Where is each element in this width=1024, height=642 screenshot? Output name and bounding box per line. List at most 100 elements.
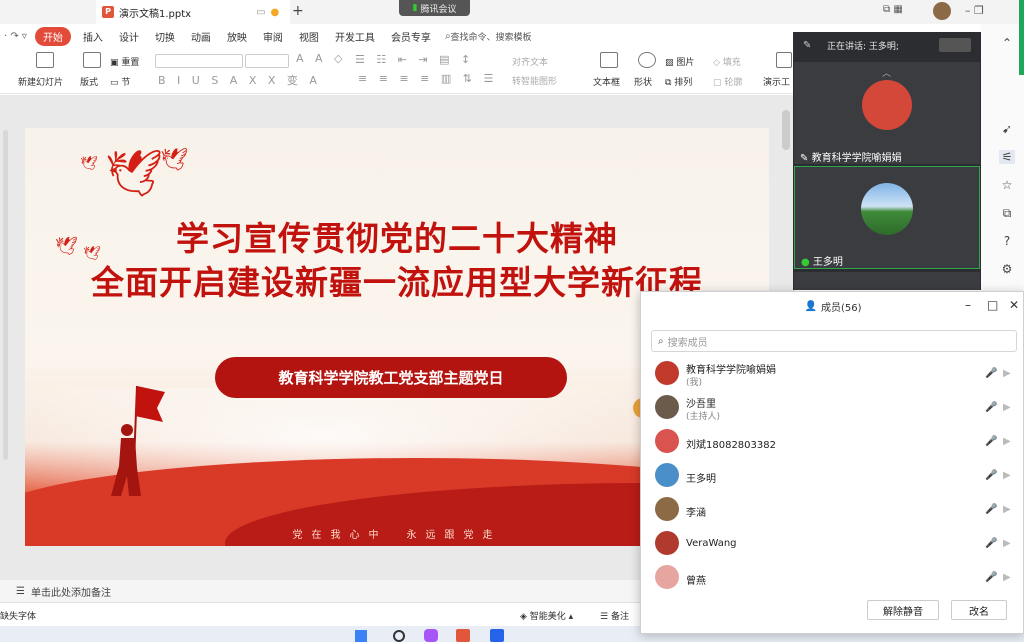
copy-icon[interactable]: ⧉	[999, 206, 1015, 220]
video-tile-1[interactable]: ︿ ✎ 教育科学学院喻娟娟	[794, 62, 980, 164]
members-window: 👤 成员(56) – □ ✕ ⌕ 搜索成员 教育科学学院喻娟娟 (我) 🎤 ▶ 沙吾里 (…	[640, 291, 1024, 634]
member-row[interactable]: 刘斌18082803382 🎤 ▶	[641, 424, 1024, 458]
fill-button[interactable]: ◇ 填充	[713, 55, 741, 68]
reset-label: 重置	[121, 58, 140, 68]
status-bar: 缺失字体 ◈ 智能美化 ▴ ☰ 备注	[0, 602, 640, 626]
notes-icon: ☰	[16, 585, 25, 597]
avatar	[655, 531, 679, 555]
search-icon: ⌕	[658, 335, 664, 347]
settings-sliders-icon[interactable]: ⚟	[999, 150, 1015, 164]
dove-icon: 🕊	[80, 156, 98, 172]
maximize-icon[interactable]: □	[987, 298, 998, 312]
missing-font-button[interactable]: 缺失字体	[0, 609, 36, 622]
tab-member[interactable]: 会员专享	[383, 29, 439, 44]
mic-icon[interactable]: 🎤	[985, 572, 997, 583]
video-tile-2[interactable]: ● 王多明	[794, 166, 980, 269]
close-icon[interactable]: ✕	[1009, 298, 1019, 312]
tab-developer[interactable]: 开发工具	[327, 29, 383, 44]
notes-toggle-button[interactable]: ☰ 备注	[600, 609, 629, 622]
tab-view[interactable]: 视图	[291, 29, 327, 44]
rename-button[interactable]: 改名	[951, 600, 1007, 620]
meeting-badge[interactable]: ▮ 腾讯会议	[399, 0, 470, 16]
member-row[interactable]: 王多明 🎤 ▶	[641, 458, 1024, 492]
vertical-scrollbar[interactable]	[782, 110, 790, 150]
ribbon-search[interactable]: 查找命令、搜索模板	[451, 30, 532, 43]
tile-name: ✎ 教育科学学院喻娟娟	[800, 149, 902, 164]
new-tab-icon[interactable]: +	[292, 3, 304, 19]
search-icon[interactable]	[393, 630, 405, 642]
smart-beautify-button[interactable]: ◈ 智能美化 ▴	[520, 609, 573, 622]
shape-button[interactable]: 形状	[634, 75, 652, 88]
mic-muted-icon: ✎	[803, 40, 812, 51]
smart-graphic-button[interactable]: 转智能图形	[512, 74, 557, 87]
arrange-button[interactable]: ⧉ 排列	[665, 75, 692, 88]
font-size-select[interactable]	[245, 54, 289, 68]
star-icon[interactable]: ☆	[999, 178, 1015, 192]
tab-transition[interactable]: 切换	[147, 29, 183, 44]
chevron-up-icon[interactable]: ︿	[882, 66, 891, 79]
tab-slideshow[interactable]: 放映	[219, 29, 255, 44]
meeting-app-icon[interactable]	[490, 629, 504, 642]
document-tab[interactable]: P 演示文稿1.pptx ▭ ●	[96, 0, 290, 24]
text-format-icons[interactable]: B I U S A X X 变 A	[158, 72, 321, 88]
section-button[interactable]: ▭ 节	[110, 75, 130, 88]
member-name: 李涵	[686, 508, 706, 519]
paragraph-align-icons[interactable]: ≡ ≡ ≡ ≡ ▥ ⇅ ☰	[358, 72, 497, 85]
undo-redo-icon[interactable]: · ↷ ▿	[0, 31, 31, 42]
mic-icon[interactable]: 🎤	[985, 402, 997, 413]
member-search-input[interactable]: ⌕ 搜索成员	[651, 330, 1017, 352]
picture-button[interactable]: ▨ 图片	[665, 55, 694, 68]
member-row[interactable]: 曾燕 🎤 ▶	[641, 560, 1024, 594]
font-family-select[interactable]	[155, 54, 243, 68]
list-format-icons[interactable]: ☰ ☷ ⇤ ⇥ ▤ ↕	[355, 53, 474, 66]
member-row[interactable]: VeraWang 🎤 ▶	[641, 526, 1024, 560]
monitor-icon[interactable]: ▭	[256, 7, 265, 18]
tab-home[interactable]: 开始	[34, 26, 71, 46]
member-row[interactable]: 李涵 🎤 ▶	[641, 492, 1024, 526]
camera-icon[interactable]: ▶	[1003, 538, 1011, 549]
avatar	[655, 497, 679, 521]
window-controls-icon[interactable]: – ❐	[965, 4, 984, 17]
tab-animation[interactable]: 动画	[183, 29, 219, 44]
mic-icon[interactable]: 🎤	[985, 436, 997, 447]
font-size-adjust-icon[interactable]: A A ◇	[296, 52, 347, 65]
help-icon[interactable]: ?	[999, 234, 1015, 248]
flag-bearer-icon	[111, 385, 165, 496]
align-text-button[interactable]: 对齐文本	[512, 55, 548, 68]
reset-button[interactable]: ▣ 重置	[110, 55, 139, 68]
user-avatar[interactable]	[933, 2, 951, 20]
speaker-thumbnail	[939, 38, 971, 52]
textbox-button[interactable]: 文本框	[593, 75, 620, 88]
tab-review[interactable]: 审阅	[255, 29, 291, 44]
camera-icon[interactable]: ▶	[1003, 572, 1011, 583]
camera-icon[interactable]: ▶	[1003, 504, 1011, 515]
camera-icon[interactable]: ▶	[1003, 436, 1011, 447]
mic-icon[interactable]: 🎤	[985, 538, 997, 549]
camera-icon[interactable]: ▶	[1003, 470, 1011, 481]
video-tile-3[interactable]	[794, 272, 980, 290]
tab-design[interactable]: 设计	[111, 29, 147, 44]
slide-title-line1: 学习宣传贯彻党的二十大精神	[176, 219, 618, 258]
collapse-icon[interactable]: ⌃	[999, 36, 1015, 50]
member-row[interactable]: 教育科学学院喻娟娟 (我) 🎤 ▶	[641, 356, 1024, 390]
mic-icon[interactable]: 🎤	[985, 470, 997, 481]
mic-icon[interactable]: 🎤	[985, 504, 997, 515]
layout-icon[interactable]: ⧉ ▦	[883, 4, 903, 15]
new-slide-button[interactable]: 新建幻灯片	[18, 75, 63, 88]
present-tool-button[interactable]: 演示工	[763, 75, 790, 88]
wps-icon[interactable]	[456, 629, 470, 642]
outline-button[interactable]: ▢ 轮廓	[713, 75, 742, 88]
camera-icon[interactable]: ▶	[1003, 368, 1011, 379]
tab-insert[interactable]: 插入	[75, 29, 111, 44]
mic-icon[interactable]: 🎤	[985, 368, 997, 379]
layout-button[interactable]: 版式	[80, 75, 98, 88]
unmute-all-button[interactable]: 解除静音	[867, 600, 939, 620]
app-icon[interactable]	[424, 629, 438, 642]
image-settings-icon[interactable]: ⚙	[999, 262, 1015, 276]
start-icon[interactable]	[355, 630, 367, 642]
minimize-icon[interactable]: –	[965, 298, 971, 312]
camera-icon[interactable]: ▶	[1003, 402, 1011, 413]
member-row[interactable]: 沙吾里 (主持人) 🎤 ▶	[641, 390, 1024, 424]
left-scrollbar[interactable]	[3, 130, 8, 460]
rocket-icon[interactable]: ➹	[999, 122, 1015, 136]
